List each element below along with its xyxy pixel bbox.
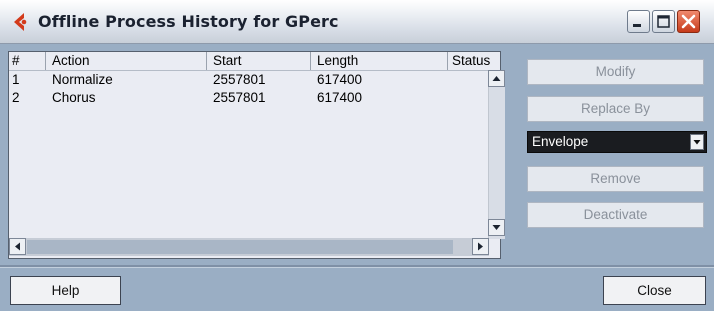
replace-by-button[interactable]: Replace By <box>527 96 704 122</box>
column-header-length[interactable]: Length <box>311 52 448 70</box>
close-window-button[interactable] <box>677 10 700 33</box>
scroll-down-button[interactable] <box>488 219 505 236</box>
horizontal-scroll-thumb[interactable] <box>27 240 453 254</box>
scroll-up-button[interactable] <box>488 70 505 87</box>
arrow-down-icon <box>492 225 501 230</box>
row-start: 2557801 <box>213 72 266 87</box>
arrow-left-icon <box>15 242 20 251</box>
replace-process-value: Envelope <box>532 134 589 149</box>
row-length: 617400 <box>317 72 363 87</box>
row-action: Chorus <box>52 90 96 105</box>
modify-button[interactable]: Modify <box>527 59 704 85</box>
column-header-number[interactable]: # <box>9 52 46 70</box>
deactivate-button[interactable]: Deactivate <box>527 202 704 228</box>
close-icon <box>681 14 696 29</box>
row-length: 617400 <box>317 90 363 105</box>
vertical-scrollbar[interactable] <box>488 70 505 239</box>
arrow-right-icon <box>478 242 483 251</box>
remove-button[interactable]: Remove <box>527 166 704 192</box>
process-history-list[interactable]: # Action Start Length Status 1 Normalize… <box>8 51 501 259</box>
column-header-action[interactable]: Action <box>46 52 207 70</box>
scroll-left-button[interactable] <box>9 238 26 255</box>
dropdown-arrow-button[interactable] <box>690 134 704 150</box>
list-header: # Action Start Length Status <box>9 52 500 71</box>
row-action: Normalize <box>52 72 113 87</box>
help-button[interactable]: Help <box>10 276 121 305</box>
column-header-status[interactable]: Status <box>448 52 500 70</box>
chevron-down-icon <box>693 140 701 145</box>
maximize-button[interactable] <box>652 10 675 33</box>
arrow-up-icon <box>492 76 501 81</box>
column-header-start[interactable]: Start <box>207 52 311 70</box>
list-row[interactable]: 2 Chorus 2557801 617400 <box>9 89 487 107</box>
minimize-button[interactable] <box>627 10 650 33</box>
row-start: 2557801 <box>213 90 266 105</box>
title-bar[interactable]: Offline Process History for GPerc <box>0 0 714 44</box>
scroll-right-button[interactable] <box>472 238 489 255</box>
maximize-icon <box>657 15 670 28</box>
cubase-logo-icon <box>9 10 33 34</box>
row-number: 2 <box>12 90 20 105</box>
replace-process-select[interactable]: Envelope <box>527 131 707 153</box>
list-row[interactable]: 1 Normalize 2557801 617400 <box>9 71 487 89</box>
close-button[interactable]: Close <box>603 276 706 305</box>
footer-divider <box>0 265 714 268</box>
window-title: Offline Process History for GPerc <box>38 12 339 31</box>
row-number: 1 <box>12 72 20 87</box>
minimize-icon <box>633 24 641 27</box>
